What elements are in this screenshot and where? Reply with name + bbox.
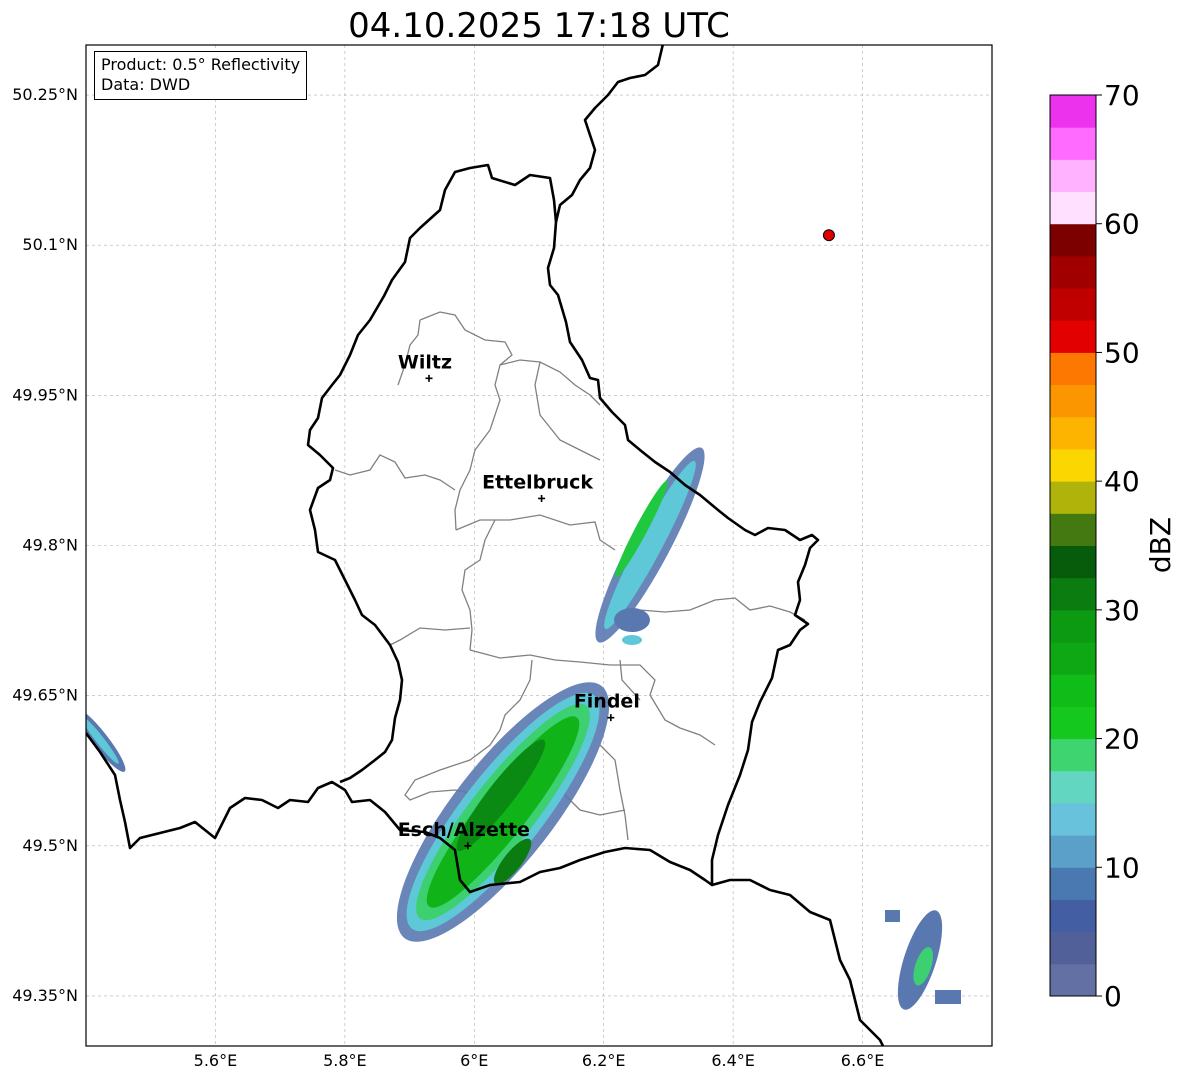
lat-tick-label: 50.1°N xyxy=(22,235,78,254)
colorbar-ticks: 0 10 20 30 40 50 60 70 xyxy=(1096,79,1140,1013)
colorbar-tick-label: 20 xyxy=(1104,723,1140,756)
colorbar-swatch xyxy=(1050,159,1096,193)
city-label: Ettelbruck xyxy=(482,471,593,493)
colorbar-swatch xyxy=(1050,191,1096,225)
colorbar-swatch xyxy=(1050,513,1096,546)
colorbar-swatch xyxy=(1050,577,1096,611)
product-label: Product: 0.5° Reflectivity xyxy=(101,55,301,74)
colorbar-swatch xyxy=(1050,674,1096,707)
city-label: Esch/Alzette xyxy=(398,819,530,841)
colorbar: 0 10 20 30 40 50 60 70 dBZ xyxy=(1049,79,1177,1013)
lat-tick-label: 49.65°N xyxy=(12,686,78,705)
lat-tick-label: 49.8°N xyxy=(22,536,78,555)
colorbar-swatch xyxy=(1050,738,1096,772)
lat-tick-label: 50.25°N xyxy=(12,85,78,104)
colorbar-tick-label: 60 xyxy=(1104,208,1140,241)
lon-tick-label: 6.6°E xyxy=(841,1051,885,1070)
colorbar-swatch xyxy=(1050,867,1096,900)
lat-tick-label: 49.35°N xyxy=(12,986,78,1005)
echo-cell-se xyxy=(885,910,900,922)
colorbar-swatch xyxy=(1050,835,1096,868)
colorbar-swatch xyxy=(1050,931,1096,965)
colorbar-swatch xyxy=(1050,545,1096,579)
colorbar-swatch xyxy=(1050,127,1096,160)
colorbar-swatch xyxy=(1050,448,1096,482)
colorbar-swatch xyxy=(1050,288,1096,321)
lat-tick-label: 49.5°N xyxy=(22,836,78,855)
colorbar-swatch xyxy=(1050,223,1096,257)
colorbar-swatch xyxy=(1050,95,1096,128)
colorbar-swatch xyxy=(1050,384,1096,418)
colorbar-tick-label: 40 xyxy=(1104,465,1140,498)
colorbar-tick-label: 30 xyxy=(1104,594,1140,627)
colorbar-swatch xyxy=(1050,320,1096,353)
lat-tick-label: 49.95°N xyxy=(12,385,78,404)
colorbar-tick-label: 10 xyxy=(1104,851,1140,884)
echo-cell-se2 xyxy=(935,990,961,1004)
info-box: Product: 0.5° Reflectivity Data: DWD xyxy=(94,51,308,100)
colorbar-tick-label: 0 xyxy=(1104,980,1122,1013)
colorbar-tick-label: 50 xyxy=(1104,336,1140,369)
lon-tick-label: 6.4°E xyxy=(711,1051,755,1070)
echo-cell-small xyxy=(614,608,650,632)
city-label: Findel xyxy=(574,691,640,713)
data-source-label: Data: DWD xyxy=(101,75,191,94)
colorbar-swatch xyxy=(1050,963,1096,997)
lon-tick-label: 6°E xyxy=(460,1051,488,1070)
colorbar-swatch xyxy=(1050,255,1096,289)
lon-tick-label: 6.2°E xyxy=(582,1051,626,1070)
radar-map: Wiltz Ettelbruck Findel Esch/Alzette 5.6°E 5… xyxy=(12,44,1177,1070)
colorbar-swatch xyxy=(1050,609,1096,643)
colorbar-swatches xyxy=(1050,95,1096,997)
colorbar-swatch xyxy=(1050,642,1096,675)
colorbar-swatch xyxy=(1050,416,1096,450)
colorbar-title: dBZ xyxy=(1144,517,1177,573)
colorbar-swatch xyxy=(1050,802,1096,836)
colorbar-tick-label: 70 xyxy=(1104,79,1140,112)
colorbar-swatch xyxy=(1050,770,1096,804)
lon-tick-label: 5.6°E xyxy=(194,1051,238,1070)
radar-site-marker xyxy=(822,229,835,242)
colorbar-swatch xyxy=(1050,481,1096,514)
city-label: Wiltz xyxy=(398,351,452,373)
colorbar-swatch xyxy=(1050,352,1096,386)
colorbar-swatch xyxy=(1050,899,1096,933)
colorbar-swatch xyxy=(1050,706,1096,740)
echo-cell-tiny xyxy=(622,635,642,645)
lon-tick-label: 5.8°E xyxy=(323,1051,367,1070)
